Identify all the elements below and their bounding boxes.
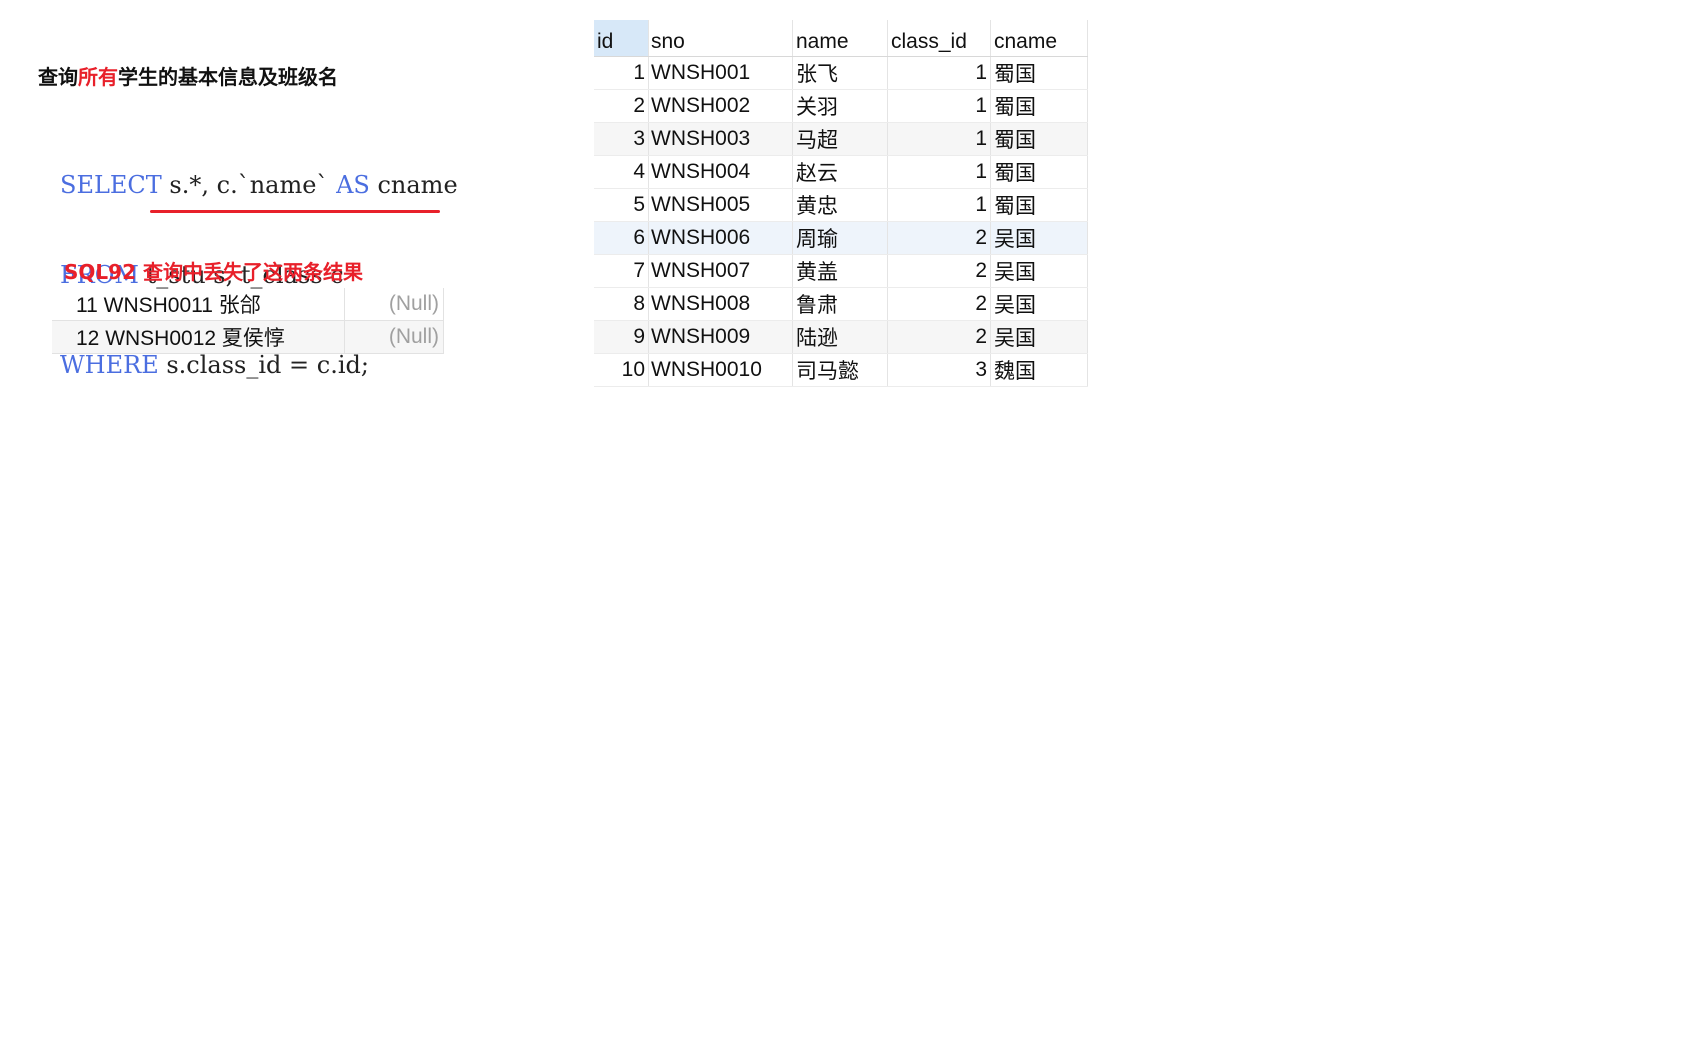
cell-id[interactable]: 9 (594, 320, 649, 354)
table-row[interactable]: 1 WNSH001 张飞 1 蜀国 (594, 56, 1088, 90)
cell-id[interactable]: 3 (594, 122, 649, 156)
null-cell: (Null) (344, 320, 444, 354)
sql-line-select: SELECT s.*, c.`name` AS cname (60, 170, 458, 200)
cell-cname[interactable]: 吴国 (990, 221, 1088, 255)
table-row[interactable]: 8 WNSH008 鲁肃 2 吴国 (594, 287, 1088, 321)
cell-class-id[interactable]: 1 (887, 122, 991, 156)
cell-sno[interactable]: WNSH006 (648, 221, 793, 255)
cell-sno[interactable]: WNSH008 (648, 287, 793, 321)
column-header-cname[interactable]: cname (990, 20, 1088, 57)
cell-name[interactable]: 陆逊 (792, 320, 888, 354)
null-cell: (Null) (344, 288, 444, 321)
sql-keyword-where: WHERE (60, 351, 159, 379)
heading-accent: 所有 (78, 65, 118, 89)
sql-keyword-as: AS (336, 171, 370, 199)
table-row[interactable]: 3 WNSH003 马超 1 蜀国 (594, 122, 1088, 156)
table-row[interactable]: 6 WNSH006 周瑜 2 吴国 (594, 221, 1088, 255)
cell-sno[interactable]: WNSH001 (648, 56, 793, 90)
cell-cname[interactable]: 蜀国 (990, 122, 1088, 156)
cell-sno[interactable]: WNSH005 (648, 188, 793, 222)
cell-id[interactable]: 10 (594, 353, 649, 387)
cell-id[interactable]: 2 (594, 89, 649, 123)
cell-id[interactable]: 1 (594, 56, 649, 90)
lost-rows-table: 11 WNSH0011 张郃 (Null) 12 WNSH0012 夏侯惇 (N… (52, 288, 444, 354)
table-row[interactable]: 9 WNSH009 陆逊 2 吴国 (594, 320, 1088, 354)
cell-sno[interactable]: WNSH004 (648, 155, 793, 189)
cell-class-id[interactable]: 2 (887, 221, 991, 255)
cell-name[interactable]: 黄忠 (792, 188, 888, 222)
cell-id[interactable]: 8 (594, 287, 649, 321)
cell-cname[interactable]: 吴国 (990, 287, 1088, 321)
cell-class-id[interactable]: 1 (887, 89, 991, 123)
cell-id[interactable]: 6 (594, 221, 649, 255)
table-row[interactable]: 2 WNSH002 关羽 1 蜀国 (594, 89, 1088, 123)
table-row[interactable]: 11 WNSH0011 张郃 (Null) (52, 288, 444, 321)
sql-alias: cname (369, 171, 458, 199)
cell-name[interactable]: 张飞 (792, 56, 888, 90)
cell-class-id[interactable]: 2 (887, 287, 991, 321)
cell-name[interactable]: 关羽 (792, 89, 888, 123)
cell-class-id[interactable]: 1 (887, 155, 991, 189)
cell-sno[interactable]: WNSH002 (648, 89, 793, 123)
table-row[interactable]: 5 WNSH005 黄忠 1 蜀国 (594, 188, 1088, 222)
heading-prefix: 查询 (38, 65, 78, 89)
cell-name[interactable]: 赵云 (792, 155, 888, 189)
cell-sno[interactable]: WNSH0010 (648, 353, 793, 387)
query-heading: 查询所有学生的基本信息及班级名 (38, 64, 338, 90)
cell-cname[interactable]: 蜀国 (990, 56, 1088, 90)
cell-cname[interactable]: 吴国 (990, 320, 1088, 354)
lost-rows-note: SQL92 查询中丢失了这两条结果 (64, 260, 363, 284)
column-header-sno[interactable]: sno (648, 20, 793, 57)
column-header-id[interactable]: id (594, 20, 649, 57)
table-row[interactable]: 10 WNSH0010 司马懿 3 魏国 (594, 353, 1088, 387)
cell-sno[interactable]: WNSH003 (648, 122, 793, 156)
cell-class-id[interactable]: 2 (887, 254, 991, 288)
sql-keyword-select: SELECT (60, 171, 162, 199)
sql-condition: s.class_id = c.id; (158, 351, 369, 379)
cell-cname[interactable]: 蜀国 (990, 188, 1088, 222)
cell-name[interactable]: 鲁肃 (792, 287, 888, 321)
result-grid: id sno name class_id cname 1 WNSH001 张飞 … (594, 20, 1088, 387)
column-header-class-id[interactable]: class_id (887, 20, 991, 57)
cell-class-id[interactable]: 2 (887, 320, 991, 354)
cell-id[interactable]: 5 (594, 188, 649, 222)
cell-class-id[interactable]: 3 (887, 353, 991, 387)
heading-suffix: 学生的基本信息及班级名 (118, 65, 338, 89)
table-row[interactable]: 12 WNSH0012 夏侯惇 (Null) (52, 320, 444, 354)
column-header-name[interactable]: name (792, 20, 888, 57)
cell-cname[interactable]: 蜀国 (990, 89, 1088, 123)
cell-name[interactable]: 周瑜 (792, 221, 888, 255)
table-row[interactable]: 4 WNSH004 赵云 1 蜀国 (594, 155, 1088, 189)
condition-underline (150, 210, 440, 213)
lost-row-values: 11 WNSH0011 张郃 (52, 288, 345, 321)
cell-id[interactable]: 7 (594, 254, 649, 288)
cell-name[interactable]: 黄盖 (792, 254, 888, 288)
table-row[interactable]: 7 WNSH007 黄盖 2 吴国 (594, 254, 1088, 288)
cell-name[interactable]: 司马懿 (792, 353, 888, 387)
cell-cname[interactable]: 魏国 (990, 353, 1088, 387)
sql-select-list: s.*, c.`name` (161, 171, 337, 199)
cell-name[interactable]: 马超 (792, 122, 888, 156)
header-row: id sno name class_id cname (594, 20, 1088, 57)
lost-row-values: 12 WNSH0012 夏侯惇 (52, 320, 345, 354)
cell-sno[interactable]: WNSH007 (648, 254, 793, 288)
cell-cname[interactable]: 吴国 (990, 254, 1088, 288)
cell-class-id[interactable]: 1 (887, 56, 991, 90)
cell-cname[interactable]: 蜀国 (990, 155, 1088, 189)
cell-class-id[interactable]: 1 (887, 188, 991, 222)
cell-sno[interactable]: WNSH009 (648, 320, 793, 354)
sql-line-where: WHERE s.class_id = c.id; (60, 350, 458, 380)
cell-id[interactable]: 4 (594, 155, 649, 189)
